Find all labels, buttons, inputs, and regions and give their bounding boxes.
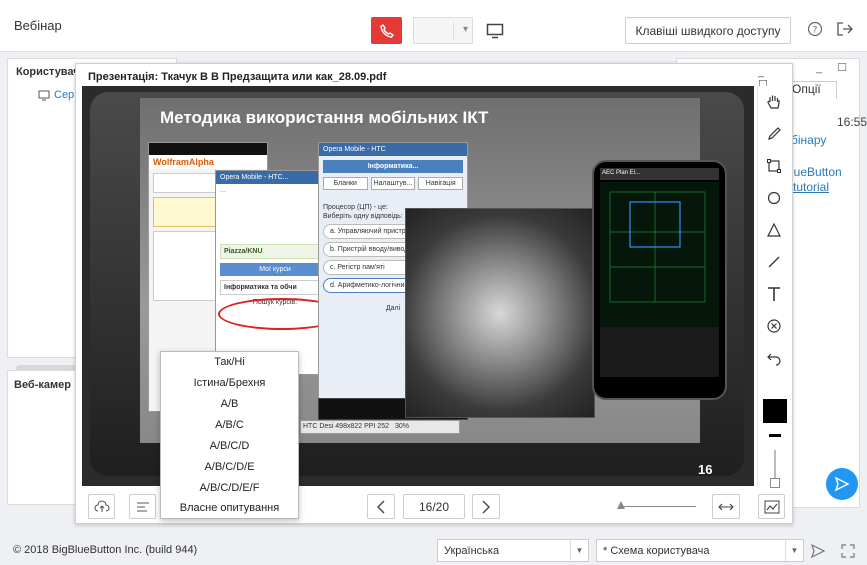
line-tool-button[interactable] <box>758 246 789 277</box>
pencil-tool-button[interactable] <box>758 118 789 149</box>
phone-icon <box>379 23 394 38</box>
top-bar: Вебінар ▾ Клавіші швидкого доступу ? <box>0 0 867 52</box>
previous-slide-button[interactable] <box>367 494 395 519</box>
multi-user-button[interactable] <box>758 494 785 519</box>
phone-screenshot: AEC Plan El... <box>592 160 727 400</box>
chevron-down-icon: ▾ <box>462 24 468 35</box>
chat-text-line: бінару <box>791 133 827 147</box>
poll-option-abcde[interactable]: A/B/C/D/E <box>161 457 298 478</box>
zoom-slider-handle[interactable] <box>617 501 625 509</box>
microphone-select[interactable]: ▾ <box>413 17 473 44</box>
logout-icon[interactable] <box>836 20 854 38</box>
app-title: Вебінар <box>14 18 62 33</box>
upload-button[interactable] <box>88 494 115 519</box>
chat-link[interactable]: tutorial <box>793 180 829 194</box>
poll-option-custom[interactable]: Власне опитування <box>161 498 298 519</box>
pan-tool-button[interactable] <box>758 86 789 117</box>
htc-status: HTC Desi 498x822 PPI 252 30% <box>300 420 460 434</box>
slide-number: 16 <box>698 462 713 477</box>
fullscreen-icon <box>841 544 855 558</box>
chat-text-line: lueButton <box>791 165 842 179</box>
cad-drawing <box>600 182 719 377</box>
undo-tool-button[interactable] <box>758 342 789 373</box>
arrows-horizontal-icon <box>718 503 734 510</box>
wolfram-logo: WolframAlpha <box>149 155 267 169</box>
page-indicator[interactable]: 16/20 <box>403 494 465 519</box>
copyright: © 2018 BigBlueButton Inc. (build 944) <box>13 544 198 556</box>
thickness-slider-handle[interactable] <box>770 478 780 488</box>
presentation-title: Презентація: Ткачук В В Предзащита или к… <box>88 71 387 83</box>
send-layout-button[interactable] <box>808 541 828 561</box>
send-icon <box>810 543 826 559</box>
window-controls[interactable]: _ ☐ <box>816 61 853 74</box>
triangle-tool-button[interactable] <box>758 214 789 245</box>
zoom-slider[interactable] <box>621 506 696 507</box>
undo-icon <box>766 353 781 366</box>
text-icon <box>767 286 780 301</box>
chevron-right-icon <box>482 500 490 513</box>
hand-icon <box>766 95 780 109</box>
thickness-indicator <box>769 434 781 437</box>
rectangle-icon <box>766 158 781 173</box>
language-select[interactable]: Українська ▼ <box>437 539 589 562</box>
annotation-toolbar <box>757 86 789 488</box>
line-icon <box>768 256 779 267</box>
monitor-icon <box>486 23 503 38</box>
poll-menu: Так/Ні Істина/Брехня A/B A/B/C A/B/C/D A… <box>160 351 299 519</box>
next-slide-button[interactable] <box>472 494 500 519</box>
close-circle-icon <box>766 318 781 333</box>
help-icon[interactable]: ? <box>806 20 824 38</box>
chevron-down-icon: ▼ <box>570 540 588 561</box>
share-screen-button[interactable] <box>481 17 508 44</box>
users-panel-title: Користувач <box>16 66 80 78</box>
color-picker[interactable] <box>763 399 787 423</box>
layout-select-value: * Схема користувача <box>603 545 710 557</box>
user-name: Сер <box>54 89 75 101</box>
opera-screenshot-1: Opera Mobile - HTC... … Piazza/KNU Мої к… <box>215 170 335 375</box>
chevron-down-icon: ▼ <box>785 540 803 561</box>
triangle-icon <box>766 222 781 237</box>
list-icon <box>136 501 149 512</box>
fit-width-button[interactable] <box>712 494 740 519</box>
send-icon <box>834 476 850 492</box>
poll-option-abc[interactable]: A/B/C <box>161 415 298 436</box>
suspension-image <box>405 208 595 418</box>
shortcuts-button[interactable]: Клавіші швидкого доступу <box>625 17 791 44</box>
layout-select[interactable]: * Схема користувача ▼ <box>596 539 804 562</box>
send-message-button[interactable] <box>826 468 858 500</box>
upload-cloud-icon <box>94 499 109 512</box>
language-select-value: Українська <box>444 545 500 557</box>
clear-tool-button[interactable] <box>758 310 789 341</box>
monitor-icon <box>38 90 50 100</box>
ellipse-tool-button[interactable] <box>758 182 789 213</box>
slide-heading: Методика використання мобільних ІКТ <box>160 108 489 127</box>
user-list-item[interactable]: Сер <box>38 89 74 101</box>
pencil-icon <box>767 126 781 140</box>
svg-text:?: ? <box>813 26 818 36</box>
leave-audio-button[interactable] <box>371 17 402 44</box>
text-tool-button[interactable] <box>758 278 789 309</box>
rectangle-tool-button[interactable] <box>758 150 789 181</box>
poll-option-yes-no[interactable]: Так/Ні <box>161 352 298 373</box>
chevron-left-icon <box>377 500 385 513</box>
chart-line-icon <box>764 500 779 513</box>
poll-option-abcd[interactable]: A/B/C/D <box>161 436 298 457</box>
fullscreen-button[interactable] <box>838 541 858 561</box>
poll-button[interactable] <box>129 494 156 519</box>
ellipse-icon <box>767 191 780 204</box>
tab-options[interactable]: Опції <box>787 81 837 99</box>
chat-time: 16:55 <box>837 115 867 129</box>
webcam-panel-title: Веб-камер <box>14 379 71 391</box>
poll-option-abcdef[interactable]: A/B/C/D/E/F <box>161 478 298 499</box>
poll-option-ab[interactable]: A/B <box>161 394 298 415</box>
footer: © 2018 BigBlueButton Inc. (build 944) Ук… <box>0 530 867 565</box>
poll-option-true-false[interactable]: Істина/Брехня <box>161 373 298 394</box>
